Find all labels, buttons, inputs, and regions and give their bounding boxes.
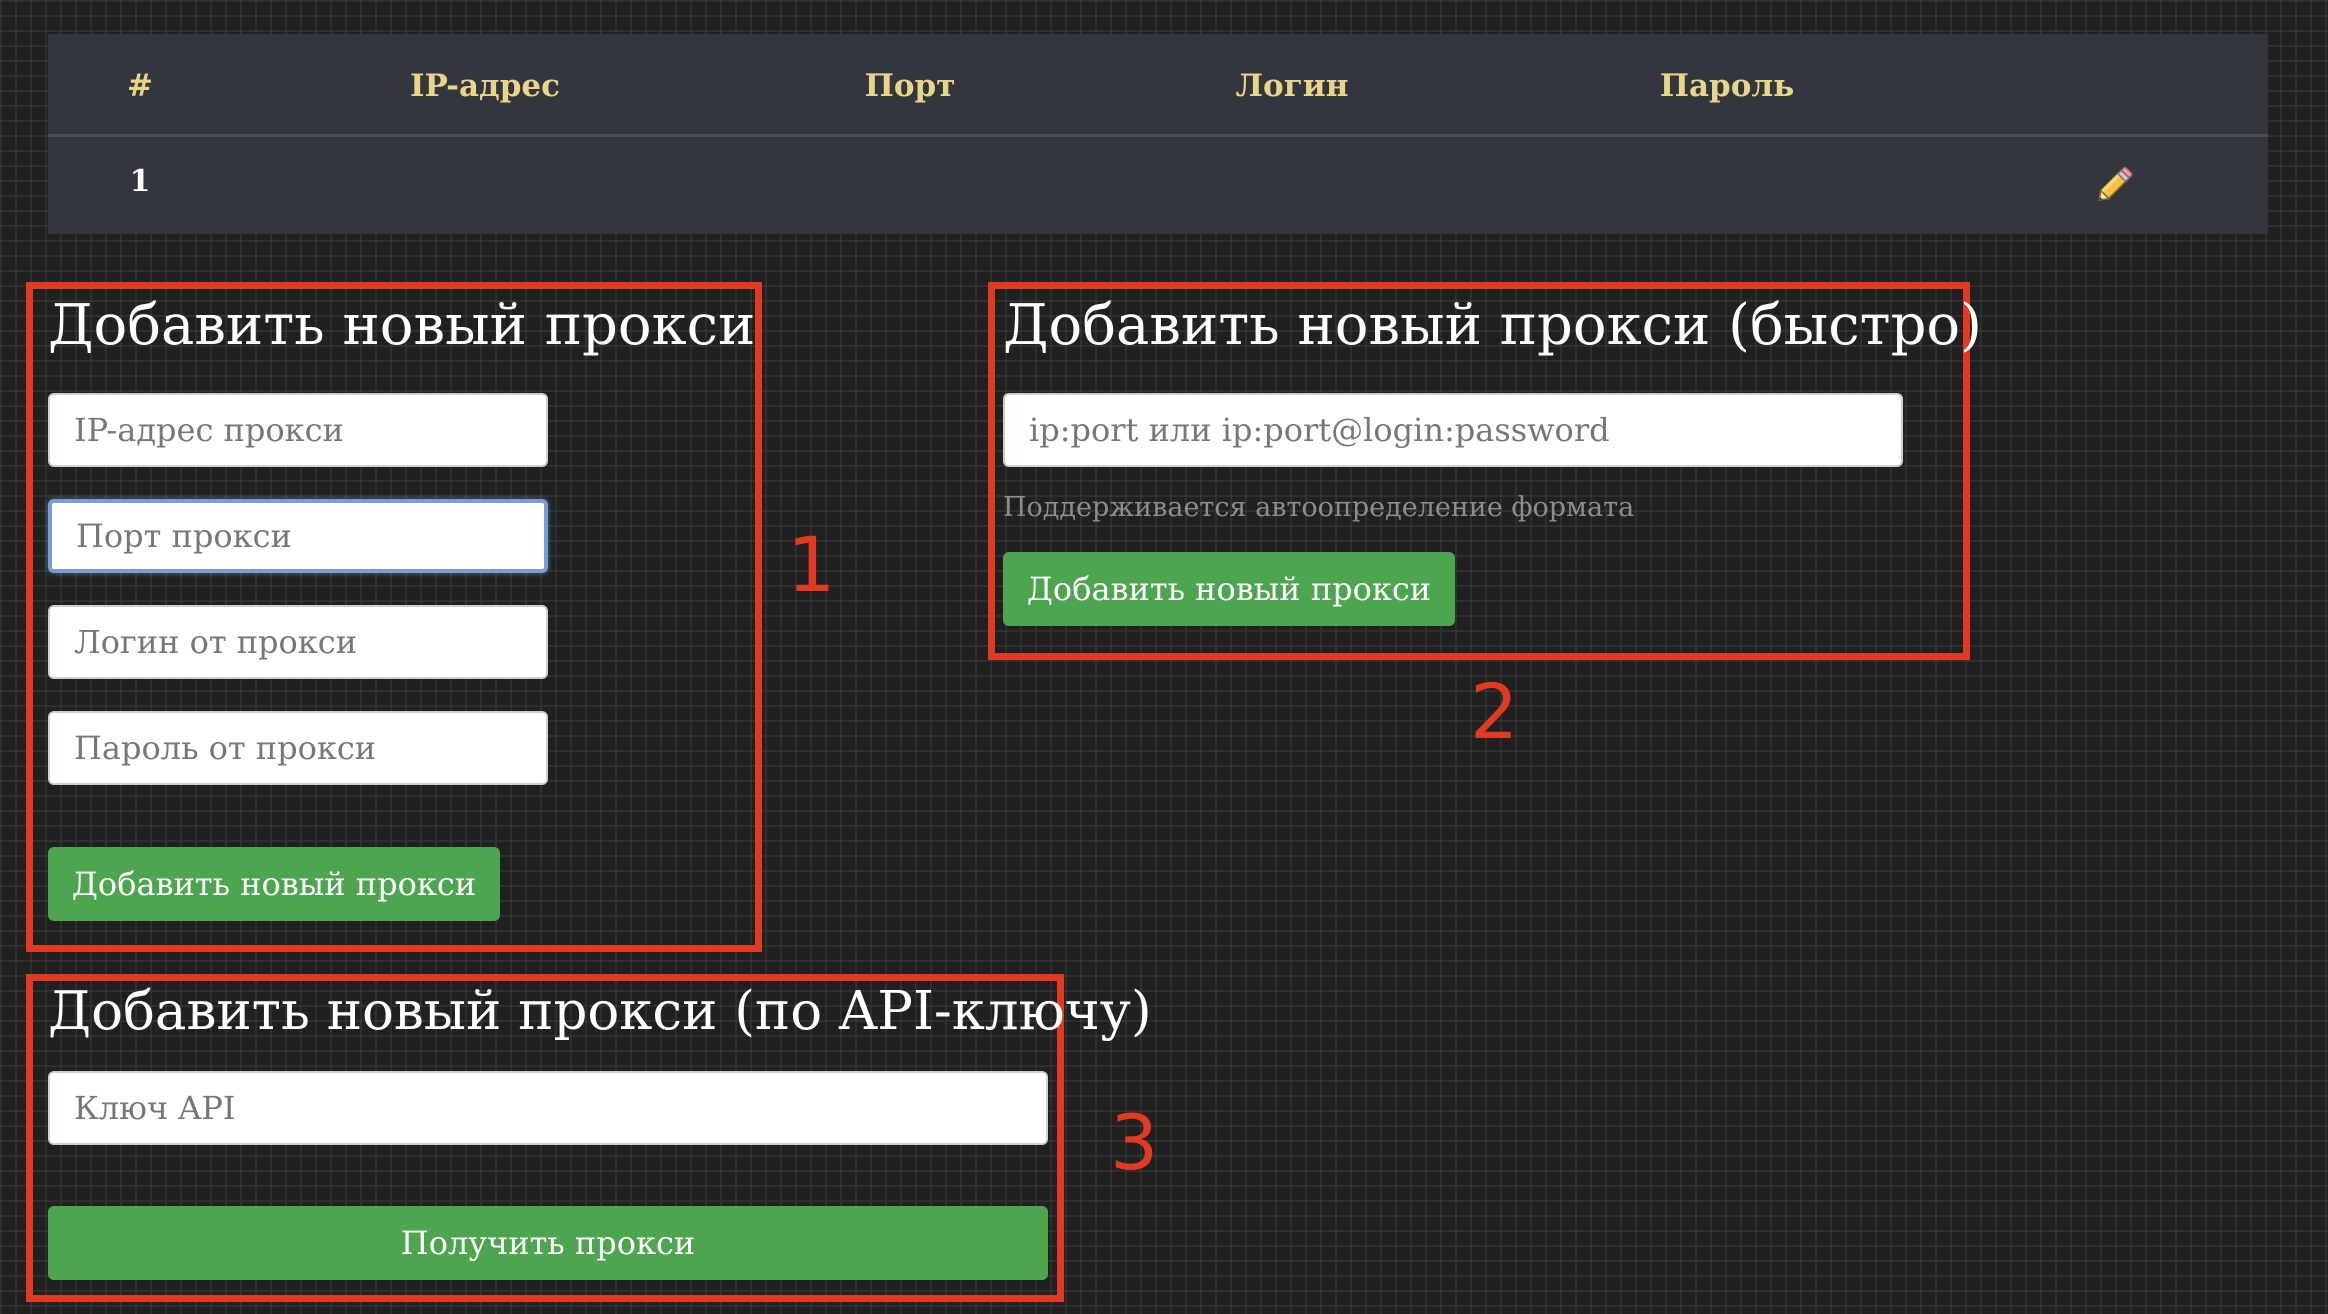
row-number: 1 — [129, 164, 151, 199]
column-header-num: # — [127, 68, 153, 104]
proxy-table: # IP-адрес Порт Логин Пароль 1 — [48, 34, 2268, 234]
annotation-number-3: 3 — [1110, 1098, 1159, 1187]
api-add-title: Добавить новый прокси (по API-ключу) — [48, 981, 1152, 1042]
add-proxy-button[interactable]: Добавить новый прокси — [48, 847, 500, 921]
manual-add-title: Добавить новый прокси — [48, 293, 756, 358]
table-header: # IP-адрес Порт Логин Пароль — [48, 34, 2268, 137]
manual-add-section: Добавить новый прокси — [48, 293, 756, 358]
api-add-section: Добавить новый прокси (по API-ключу) — [48, 981, 1152, 1043]
quick-add-title: Добавить новый прокси (быстро) — [1003, 293, 1982, 358]
proxy-ip-input[interactable]: IP-адрес прокси — [48, 393, 548, 467]
api-key-input[interactable]: Ключ API — [48, 1071, 1048, 1145]
column-header-ip: IP-адрес — [409, 68, 561, 104]
pencil-icon[interactable] — [2092, 162, 2138, 208]
annotation-number-1: 1 — [787, 520, 836, 609]
quick-add-section: Добавить новый прокси (быстро) — [1003, 293, 1982, 358]
get-proxy-button[interactable]: Получить прокси — [48, 1206, 1048, 1280]
quick-proxy-input[interactable]: ip:port или ip:port@login:password — [1003, 393, 1903, 467]
column-header-login: Логин — [1235, 68, 1349, 104]
proxy-password-input[interactable]: Пароль от прокси — [48, 711, 548, 785]
proxy-login-input[interactable]: Логин от прокси — [48, 605, 548, 679]
format-help-text: Поддерживается автоопределение формата — [1003, 492, 1635, 523]
quick-add-proxy-button[interactable]: Добавить новый прокси — [1003, 552, 1455, 626]
annotation-number-2: 2 — [1470, 667, 1519, 756]
proxy-port-input[interactable]: Порт прокси — [48, 499, 548, 573]
column-header-port: Порт — [864, 68, 956, 104]
column-header-password: Пароль — [1659, 68, 1795, 104]
